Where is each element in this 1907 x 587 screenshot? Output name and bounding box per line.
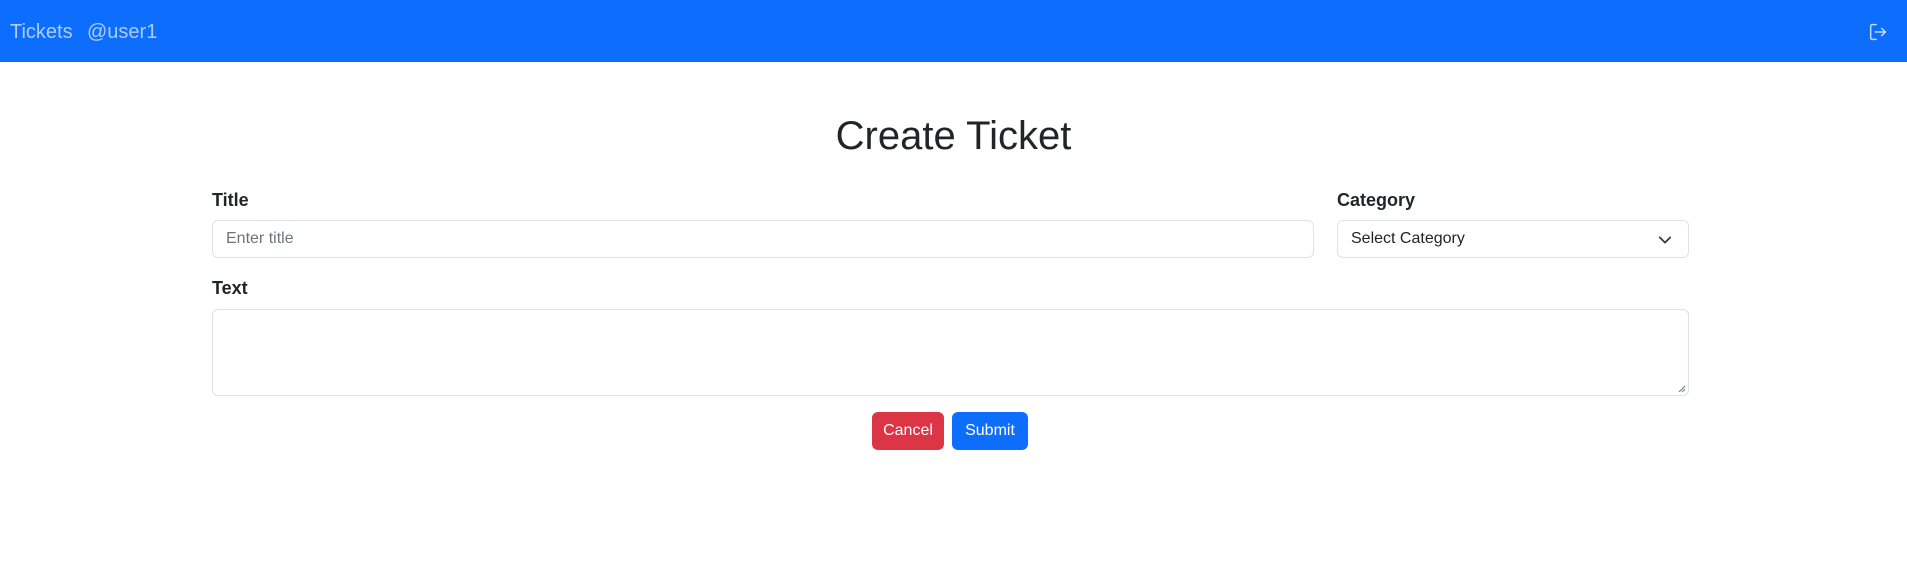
- page-title: Create Ticket: [835, 114, 1072, 158]
- text-area[interactable]: [212, 309, 1689, 396]
- category-label: Category: [1337, 190, 1416, 210]
- title-label: Title: [212, 190, 249, 210]
- top-navbar: Tickets @user1: [0, 0, 1907, 62]
- text-label: Text: [212, 278, 248, 298]
- title-input[interactable]: [212, 220, 1314, 258]
- category-select-value: Select Category: [1351, 230, 1465, 247]
- submit-button[interactable]: Submit: [952, 412, 1028, 450]
- cancel-button[interactable]: Cancel: [872, 412, 944, 450]
- nav-brand-link[interactable]: Tickets: [10, 20, 73, 44]
- logout-icon: [1869, 23, 1887, 41]
- logout-button[interactable]: [1866, 20, 1890, 44]
- resize-grip-icon[interactable]: [1676, 383, 1686, 393]
- nav-username[interactable]: @user1: [87, 20, 157, 44]
- chevron-down-icon: [1658, 236, 1672, 244]
- category-select[interactable]: Select Category: [1337, 220, 1689, 258]
